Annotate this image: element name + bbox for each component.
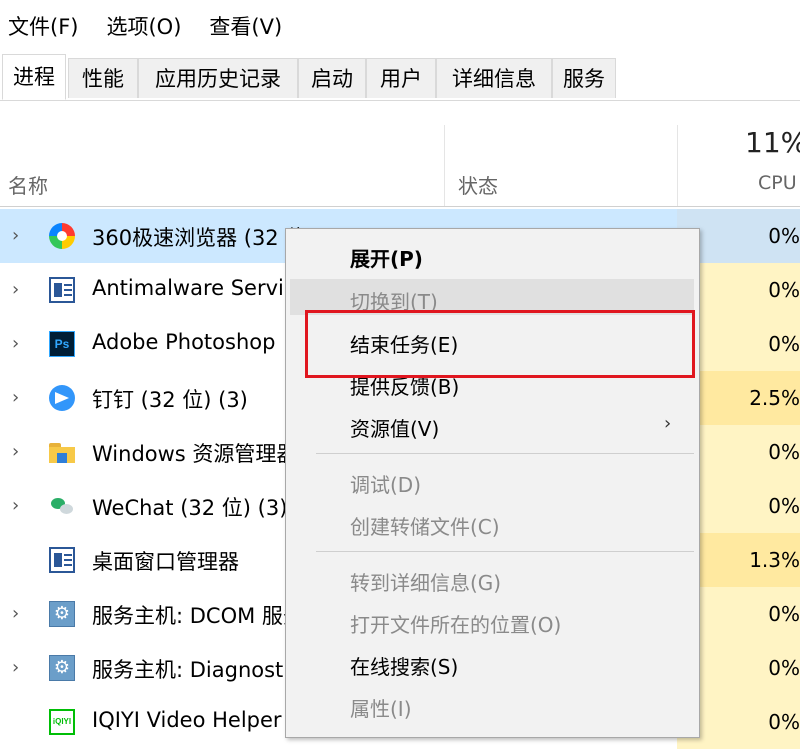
- menu-separator: [316, 551, 694, 552]
- menu-item-create-dump: 创建转储文件(C): [350, 515, 500, 539]
- context-menu: 展开(P) 切换到(T) 结束任务(E) 提供反馈(B) 资源值(V) › 调试…: [285, 228, 700, 738]
- menu-item-go-to-details: 转到详细信息(G): [350, 571, 502, 595]
- gear-icon: ⚙: [49, 655, 75, 681]
- column-cpu[interactable]: CPU: [758, 172, 797, 194]
- folder-icon: [49, 439, 75, 465]
- column-divider[interactable]: [677, 125, 678, 207]
- chevron-right-icon[interactable]: ›: [12, 278, 32, 302]
- chevron-right-icon[interactable]: ›: [12, 386, 32, 410]
- app-window-icon: [49, 277, 75, 303]
- header-divider: [0, 206, 800, 207]
- menu-separator: [316, 453, 694, 454]
- cpu-total-percent[interactable]: 11%: [745, 126, 800, 159]
- tab-app-history[interactable]: 应用历史记录: [138, 58, 298, 98]
- chevron-right-icon[interactable]: ›: [12, 602, 32, 626]
- wechat-icon: [49, 493, 75, 519]
- menu-view[interactable]: 查看(V): [209, 11, 282, 41]
- process-name: WeChat (32 位) (3): [92, 496, 288, 520]
- column-header: [0, 101, 800, 207]
- process-name: Windows 资源管理器: [92, 442, 298, 466]
- menu-item-expand[interactable]: 展开(P): [350, 243, 423, 272]
- chevron-right-icon[interactable]: ›: [12, 656, 32, 680]
- app-window-icon: [49, 547, 75, 573]
- tab-services[interactable]: 服务: [552, 58, 616, 98]
- browser-360-icon: [49, 223, 75, 249]
- chevron-right-icon: ›: [664, 413, 672, 434]
- gear-icon: ⚙: [49, 601, 75, 627]
- menu-item-debug: 调试(D): [350, 473, 422, 497]
- column-name[interactable]: 名称: [8, 170, 48, 199]
- tab-bar: 进程 性能 应用历史记录 启动 用户 详细信息 服务: [0, 52, 800, 101]
- column-divider[interactable]: [444, 125, 445, 207]
- tab-details[interactable]: 详细信息: [436, 58, 552, 98]
- menu-file[interactable]: 文件(F): [8, 11, 78, 41]
- process-name: 钉钉 (32 位) (3): [92, 388, 248, 412]
- chevron-right-icon[interactable]: ›: [12, 224, 32, 248]
- tab-performance[interactable]: 性能: [68, 58, 138, 98]
- column-status[interactable]: 状态: [458, 170, 498, 199]
- menu-item-search-online[interactable]: 在线搜索(S): [350, 651, 458, 680]
- menu-item-properties: 属性(I): [350, 697, 412, 721]
- chevron-right-icon[interactable]: ›: [12, 440, 32, 464]
- menu-item-resource-values[interactable]: 资源值(V): [350, 413, 439, 442]
- chevron-right-icon[interactable]: ›: [12, 494, 32, 518]
- tab-users[interactable]: 用户: [366, 58, 436, 98]
- menu-options[interactable]: 选项(O): [106, 11, 181, 41]
- highlight-box: [305, 310, 695, 378]
- photoshop-icon: Ps: [49, 331, 75, 357]
- process-name: IQIYI Video Helper: [92, 708, 282, 732]
- dingtalk-icon: [49, 385, 75, 411]
- process-name: Adobe Photoshop: [92, 330, 276, 354]
- tab-processes[interactable]: 进程: [2, 54, 66, 100]
- tab-startup[interactable]: 启动: [298, 58, 366, 98]
- iqiyi-icon: iQIYI: [49, 709, 75, 735]
- process-name: 桌面窗口管理器: [92, 550, 239, 574]
- menu-item-open-file-location: 打开文件所在的位置(O): [350, 613, 562, 637]
- menu-bar: 文件(F) 选项(O) 查看(V): [0, 0, 800, 52]
- chevron-right-icon[interactable]: ›: [12, 332, 32, 356]
